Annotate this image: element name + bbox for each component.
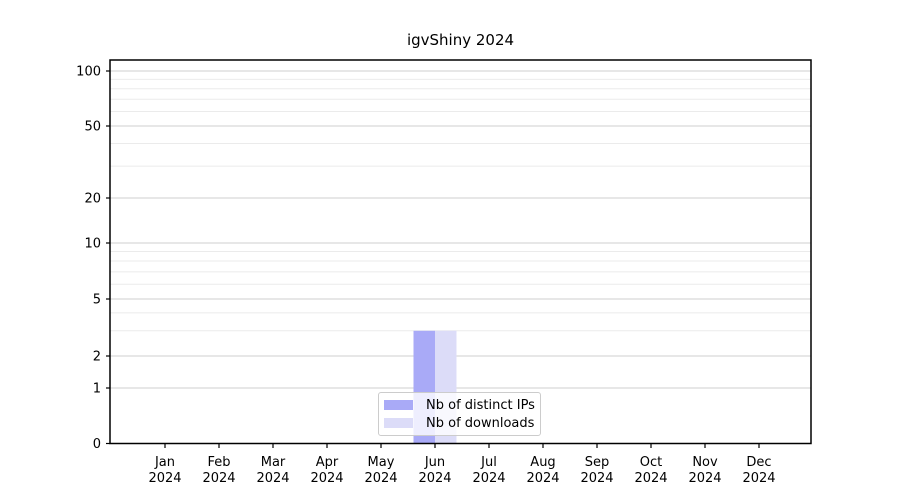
x-axis-tick-label-year: 2024 — [688, 471, 721, 486]
x-axis-tick-label-year: 2024 — [364, 471, 397, 486]
legend-label-distinct-ips: Nb of distinct IPs — [426, 398, 535, 413]
x-axis-tick-label-month: Mar — [261, 455, 286, 470]
chart-legend: Nb of distinct IPs Nb of downloads — [378, 392, 541, 436]
legend-item-downloads: Nb of downloads — [384, 416, 534, 430]
y-axis-tick-label: 1 — [93, 382, 101, 397]
y-axis-tick-label: 20 — [84, 192, 101, 207]
y-axis-tick-label: 2 — [93, 350, 101, 365]
x-axis-tick-label-year: 2024 — [580, 471, 613, 486]
x-axis-tick-label-year: 2024 — [742, 471, 775, 486]
x-axis-tick-label-year: 2024 — [472, 471, 505, 486]
legend-swatch-downloads — [384, 418, 413, 428]
x-axis-tick-label-month: Nov — [692, 455, 718, 470]
x-axis-tick-label-month: Jan — [154, 455, 175, 470]
x-axis-tick-label-month: Jul — [480, 455, 497, 470]
x-axis-tick-label-year: 2024 — [148, 471, 181, 486]
chart-figure: igvShiny 2024 0125102050100Jan2024Feb202… — [0, 0, 900, 500]
x-axis-tick-label-month: Aug — [530, 455, 555, 470]
x-axis-tick-label-month: Feb — [207, 455, 230, 470]
y-axis-tick-label: 10 — [84, 237, 101, 252]
legend-item-distinct-ips: Nb of distinct IPs — [384, 398, 534, 412]
x-axis-tick-label-year: 2024 — [526, 471, 559, 486]
x-axis-tick-label-month: Dec — [746, 455, 771, 470]
x-axis-tick-label-year: 2024 — [634, 471, 667, 486]
x-axis-tick-label-year: 2024 — [202, 471, 235, 486]
x-axis-tick-label-month: Jun — [424, 455, 445, 470]
x-axis-tick-label-month: Sep — [585, 455, 610, 470]
x-axis-tick-label-month: Apr — [316, 455, 339, 470]
x-axis-tick-label-year: 2024 — [310, 471, 343, 486]
y-axis-tick-label: 0 — [93, 437, 101, 452]
x-axis-tick-label-year: 2024 — [256, 471, 289, 486]
legend-label-downloads: Nb of downloads — [426, 416, 534, 431]
y-axis-tick-label: 100 — [76, 65, 101, 80]
y-axis-tick-label: 50 — [84, 120, 101, 135]
x-axis-tick-label-year: 2024 — [418, 471, 451, 486]
legend-swatch-distinct-ips — [384, 400, 413, 410]
x-axis-tick-label-month: Oct — [640, 455, 662, 470]
y-axis-tick-label: 5 — [93, 293, 101, 308]
x-axis-tick-label-month: May — [368, 455, 395, 470]
